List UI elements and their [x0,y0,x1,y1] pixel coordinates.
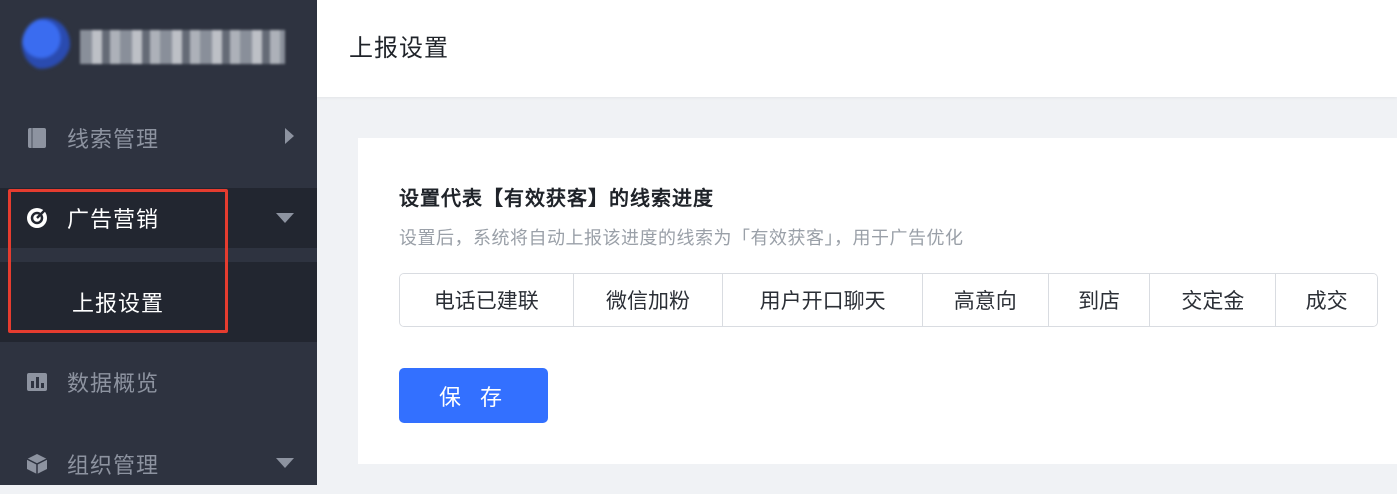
sidebar-item-label: 线索管理 [67,128,160,153]
stage-option[interactable]: 用户开口聊天 [723,274,923,326]
page-header: 上报设置 [317,0,1397,97]
stage-option[interactable]: 交定金 [1150,274,1277,326]
save-button[interactable]: 保 存 [399,368,548,423]
settings-card: 设置代表【有效获客】的线索进度 设置后，系统将自动上报该进度的线索为「有效获客」… [358,138,1397,464]
sidebar-item-clue-management[interactable]: 线索管理 [0,108,317,168]
section-description: 设置后，系统将自动上报该进度的线索为「有效获客」，用于广告优化 [399,228,964,249]
cube-icon [26,453,48,475]
sidebar-subitem-report-settings[interactable]: 上报设置 [72,286,164,318]
sidebar-item-ad-marketing[interactable]: 广告营销 [0,188,317,248]
target-icon [26,207,48,229]
logo-mark-icon [22,18,70,70]
sidebar: 线索管理 广告营销 上报设置 数据概览 组织管理 [0,0,317,485]
caret-down-icon [275,454,295,473]
logo-text-blurred [80,30,285,64]
caret-down-icon [275,209,295,228]
app-logo[interactable] [10,10,285,70]
sidebar-item-label: 组织管理 [67,454,160,479]
stage-option[interactable]: 微信加粉 [573,274,724,326]
sidebar-item-data-overview[interactable]: 数据概览 [0,352,317,412]
book-icon [26,127,48,149]
sidebar-item-org-management[interactable]: 组织管理 [0,434,317,494]
submenu-ad-marketing: 上报设置 [0,262,317,342]
stage-option[interactable]: 到店 [1048,274,1151,326]
sidebar-item-label: 数据概览 [67,372,160,397]
stage-option[interactable]: 高意向 [922,274,1049,326]
stage-option[interactable]: 成交 [1276,274,1377,326]
section-title: 设置代表【有效获客】的线索进度 [399,186,714,210]
stage-option[interactable]: 电话已建联 [400,274,574,326]
bar-chart-icon [26,371,48,393]
page-title: 上报设置 [349,34,449,62]
progress-stage-selector: 电话已建联 微信加粉 用户开口聊天 高意向 到店 交定金 成交 [399,273,1378,327]
sidebar-item-label: 广告营销 [67,208,160,233]
chevron-right-icon [283,127,295,149]
